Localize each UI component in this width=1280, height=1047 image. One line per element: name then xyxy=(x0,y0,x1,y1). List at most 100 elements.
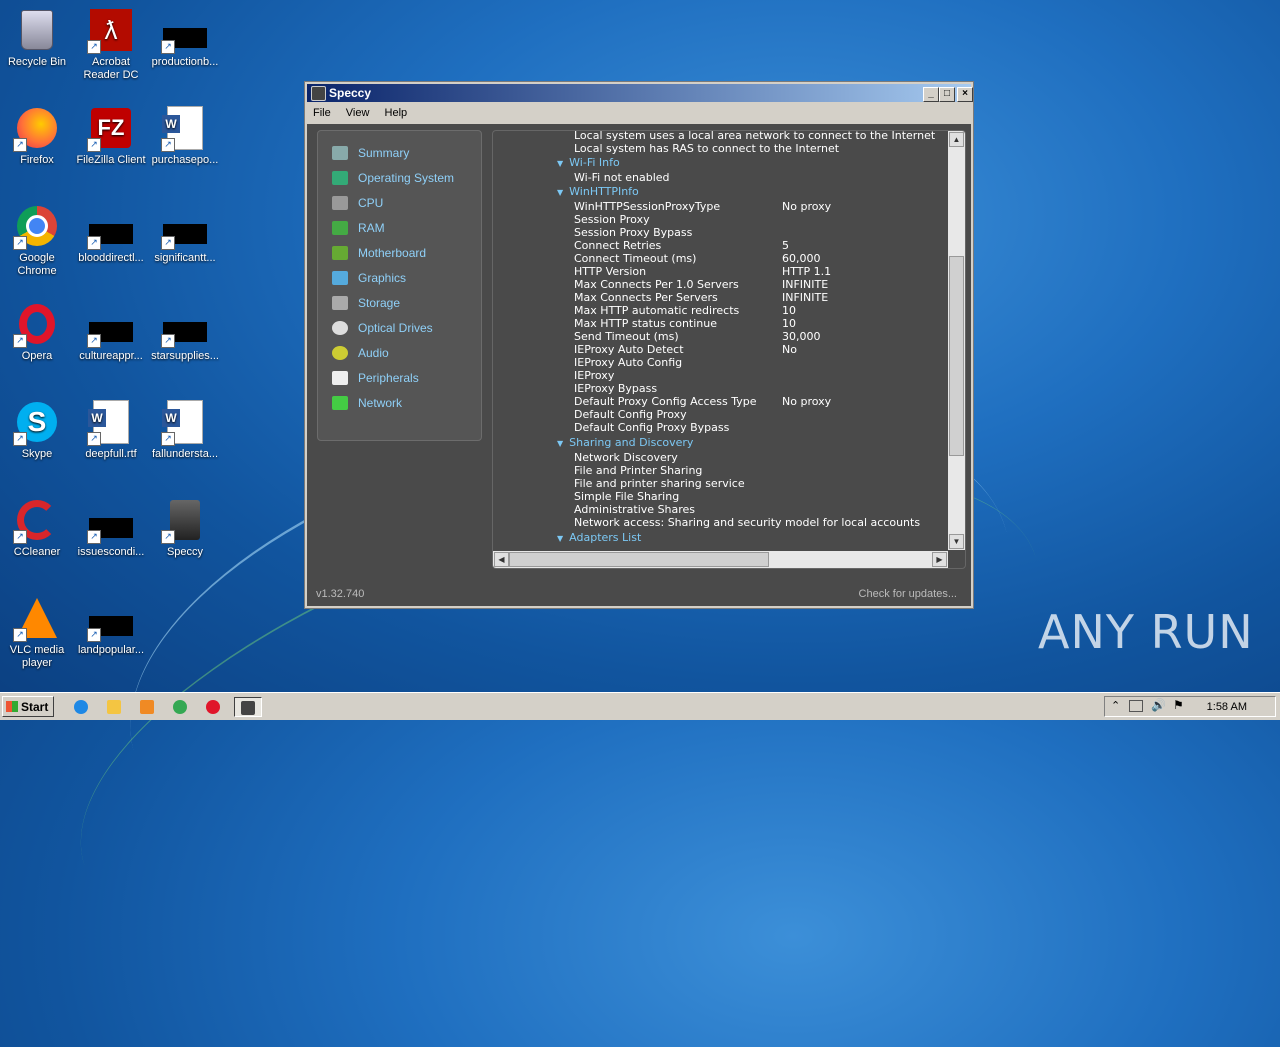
property-row: IEProxy Auto Config xyxy=(574,356,782,369)
desktop-icon[interactable]: W ↗ deepfull.rtf xyxy=(74,400,148,461)
network-tray-icon[interactable] xyxy=(1129,700,1143,712)
window-title: Speccy xyxy=(329,86,372,100)
nav-item-graphics[interactable]: Graphics xyxy=(332,268,406,288)
menu-view[interactable]: View xyxy=(340,103,376,123)
collapse-arrow-icon[interactable]: ▼ xyxy=(557,534,563,543)
desktop-icon-label: deepfull.rtf xyxy=(85,448,137,460)
desktop-icon-label: Opera xyxy=(21,350,53,362)
volume-icon[interactable]: 🔊 xyxy=(1151,698,1166,712)
scroll-left-button[interactable]: ◀ xyxy=(494,552,509,567)
property-row: Send Timeout (ms) 30,000 xyxy=(574,330,821,343)
nav-item-network[interactable]: Network xyxy=(332,393,402,413)
desktop-icon[interactable]: ↗ productionb... xyxy=(148,8,222,69)
scroll-thumb[interactable] xyxy=(509,552,769,567)
scroll-right-button[interactable]: ▶ xyxy=(932,552,947,567)
tray-expand-icon[interactable]: ⌃ xyxy=(1111,699,1120,712)
desktop-icon[interactable]: ↗ Speccy xyxy=(148,498,222,559)
nav-item-ram[interactable]: RAM xyxy=(332,218,385,238)
nav-item-label: Network xyxy=(358,396,403,410)
collapse-arrow-icon[interactable]: ▼ xyxy=(557,159,563,168)
action-center-flag-icon[interactable]: ⚑ xyxy=(1173,698,1184,712)
nav-item-summary[interactable]: Summary xyxy=(332,143,409,163)
explorer-icon[interactable] xyxy=(103,697,125,717)
desktop-icon-label: Google Chrome xyxy=(17,252,57,277)
collapse-arrow-icon[interactable]: ▼ xyxy=(557,439,563,448)
speccy-icon-glyph xyxy=(241,701,255,715)
nav-item-optical-drives[interactable]: Optical Drives xyxy=(332,318,433,338)
menu-help[interactable]: Help xyxy=(379,103,414,123)
nav-item-motherboard[interactable]: Motherboard xyxy=(332,243,426,263)
nav-item-label: Summary xyxy=(358,146,410,160)
scroll-up-button[interactable]: ▲ xyxy=(949,132,964,147)
desktop-icon[interactable]: ƛ ↗ Acrobat Reader DC xyxy=(74,8,148,82)
desktop-icon[interactable]: ↗ starsupplies... xyxy=(148,302,222,363)
vertical-scrollbar[interactable]: ▲ ▼ xyxy=(948,131,965,550)
acrobat-icon: ƛ ↗ xyxy=(87,8,133,54)
nav-item-storage[interactable]: Storage xyxy=(332,293,400,313)
opera-icon-glyph xyxy=(206,700,220,714)
nav-item-operating-system[interactable]: Operating System xyxy=(332,168,454,188)
desktop-icon[interactable]: ↗ issuescondi... xyxy=(74,498,148,559)
property-row: Connect Timeout (ms) 60,000 xyxy=(574,252,821,265)
nav-item-cpu[interactable]: CPU xyxy=(332,193,383,213)
desktop-icon-label: Recycle Bin xyxy=(7,56,67,68)
nav-item-label: Optical Drives xyxy=(358,321,433,335)
chrome-icon[interactable] xyxy=(169,697,191,717)
tree-section-header[interactable]: ▼ Adapters List xyxy=(557,531,641,544)
desktop-icon[interactable]: ↗ Firefox xyxy=(0,106,74,167)
section-title: Sharing and Discovery xyxy=(569,436,694,449)
desktop-icon[interactable]: FZ ↗ FileZilla Client xyxy=(74,106,148,167)
nav-item-peripherals[interactable]: Peripherals xyxy=(332,368,419,388)
desktop-icon[interactable]: ↗ cultureappr... xyxy=(74,302,148,363)
menu-file[interactable]: File xyxy=(307,103,337,123)
nav-item-audio[interactable]: Audio xyxy=(332,343,389,363)
close-button[interactable]: × xyxy=(957,87,973,102)
tree-text-row: Local system uses a local area network t… xyxy=(574,131,936,142)
system-tray: ⌃ 🔊 ⚑ 1:58 AM xyxy=(1104,696,1276,717)
speccy-icon[interactable] xyxy=(234,697,262,717)
collapse-arrow-icon[interactable]: ▼ xyxy=(557,188,563,197)
ie-icon[interactable] xyxy=(70,697,92,717)
property-value: 10 xyxy=(782,304,796,317)
minimize-button[interactable]: _ xyxy=(923,87,939,102)
desktop-icon[interactable]: S ↗ Skype xyxy=(0,400,74,461)
shortcut-arrow-icon: ↗ xyxy=(161,432,175,446)
desktop-icon[interactable]: ↗ landpopular... xyxy=(74,596,148,657)
desktop-icon[interactable]: ↗ significantt... xyxy=(148,204,222,265)
desktop-icon[interactable]: ↗ Opera xyxy=(0,302,74,363)
nav-item-label: Graphics xyxy=(358,271,407,285)
title-bar[interactable]: Speccy _ □ × xyxy=(307,84,973,102)
desktop-icon[interactable]: ↗ Google Chrome xyxy=(0,204,74,278)
desktop-icon[interactable]: W ↗ fallundersta... xyxy=(148,400,222,461)
ram-icon xyxy=(332,221,348,235)
horizontal-scrollbar[interactable]: ◀ ▶ xyxy=(493,551,948,568)
details-panel: Local system uses a local area network t… xyxy=(492,130,966,569)
desktop-icon[interactable]: W ↗ purchasepo... xyxy=(148,106,222,167)
mouse-icon xyxy=(332,371,348,385)
scroll-down-button[interactable]: ▼ xyxy=(949,534,964,549)
property-key: Default Config Proxy xyxy=(574,408,687,421)
desktop-icon[interactable]: ↗ CCleaner xyxy=(0,498,74,559)
desktop-icon[interactable]: ↗ VLC media player xyxy=(0,596,74,670)
check-updates-link[interactable]: Check for updates... xyxy=(859,588,957,600)
tree-section-header[interactable]: ▼ WinHTTPInfo xyxy=(557,185,639,198)
scroll-thumb[interactable] xyxy=(949,256,964,456)
property-key: IEProxy Auto Config xyxy=(574,356,683,369)
maximize-button[interactable]: □ xyxy=(939,87,955,102)
property-row: Max HTTP automatic redirects 10 xyxy=(574,304,796,317)
tree-section-header[interactable]: ▼ Sharing and Discovery xyxy=(557,436,693,449)
tree-section-header[interactable]: ▼ Wi-Fi Info xyxy=(557,156,620,169)
ie-icon-glyph xyxy=(74,700,88,714)
opera-icon[interactable] xyxy=(202,697,224,717)
desktop-icon[interactable]: ↗ blooddirectl... xyxy=(74,204,148,265)
property-key: Default Config Proxy Bypass xyxy=(574,421,730,434)
shortcut-arrow-icon: ↗ xyxy=(161,334,175,348)
property-row: Session Proxy xyxy=(574,213,782,226)
media-player-icon[interactable] xyxy=(136,697,158,717)
windows-icon xyxy=(332,171,348,185)
clock[interactable]: 1:58 AM xyxy=(1207,697,1247,717)
property-row: Max Connects Per Servers INFINITE xyxy=(574,291,828,304)
start-button[interactable]: Start xyxy=(2,696,54,717)
desktop-icon-label: Skype xyxy=(21,448,53,460)
desktop-icon[interactable]: Recycle Bin xyxy=(0,8,74,69)
